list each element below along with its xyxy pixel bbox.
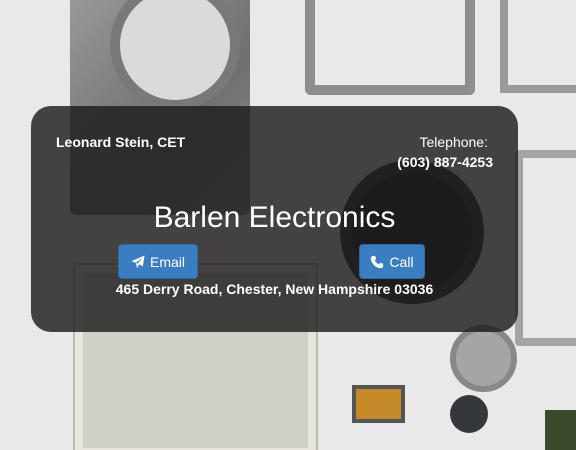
chip-part [352, 385, 405, 423]
metal-bracket [305, 0, 475, 95]
metal-bracket-right [500, 0, 576, 93]
contact-card: Leonard Stein, CET Telephone: (603) 887-… [31, 106, 518, 332]
company-address: 465 Derry Road, Chester, New Hampshire 0… [115, 281, 434, 297]
email-button-label: Email [149, 253, 185, 270]
circuit-board-part [545, 410, 576, 450]
paper-plane-icon [131, 254, 145, 269]
gear-part [450, 325, 517, 392]
call-button[interactable]: Call [359, 244, 425, 279]
telephone-label: Telephone: [419, 134, 488, 150]
call-button-label: Call [389, 253, 414, 270]
knob-part [450, 395, 488, 433]
company-name: Barlen Electronics [153, 201, 396, 234]
technician-name: Leonard Stein, CET [56, 134, 186, 150]
metal-frame [515, 150, 576, 346]
phone-icon [370, 255, 384, 269]
email-button[interactable]: Email [118, 244, 198, 279]
telephone-number: (603) 887-4253 [397, 154, 493, 170]
